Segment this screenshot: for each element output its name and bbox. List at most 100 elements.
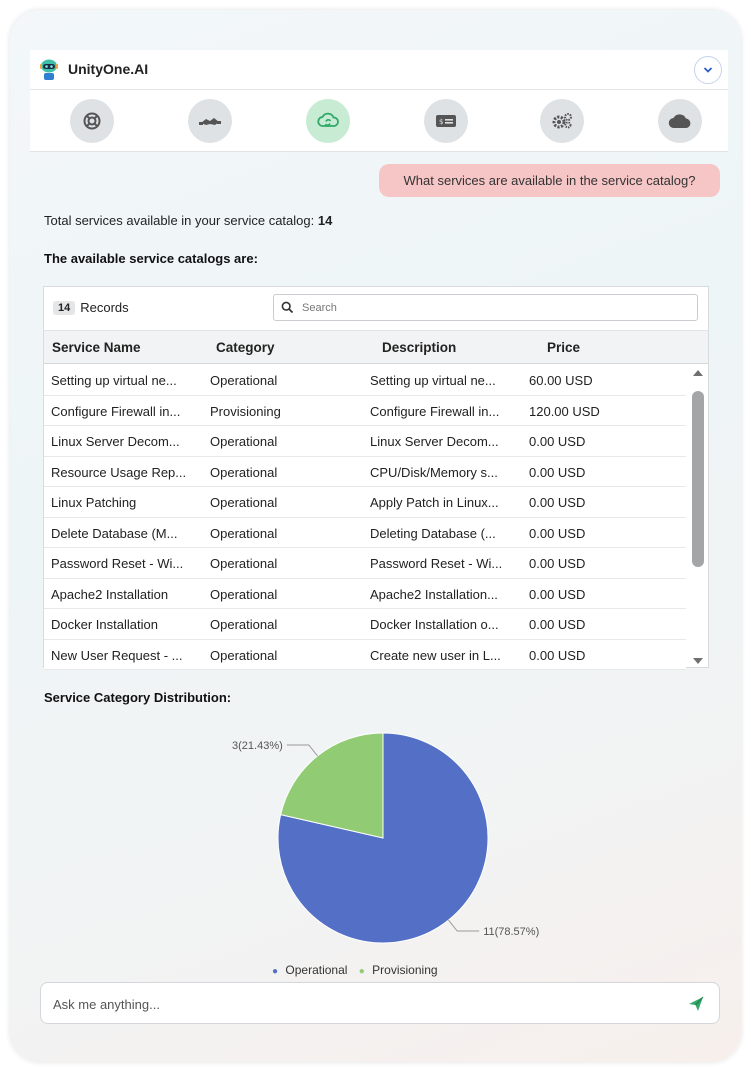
column-header-description[interactable]: Description <box>382 340 456 355</box>
handshake-button[interactable] <box>188 99 232 143</box>
cell-price: 0.00 USD <box>529 434 586 449</box>
cell-description: Configure Firewall in... <box>370 403 500 419</box>
column-header-price[interactable]: Price <box>547 340 580 355</box>
svg-text:$: $ <box>439 118 443 126</box>
cell-category: Operational <box>210 647 278 663</box>
cell-category: Operational <box>210 373 278 388</box>
pie-data-label: 11(78.57%) <box>483 926 539 938</box>
cell-description: Apply Patch in Linux... <box>370 495 499 510</box>
scroll-down-icon[interactable] <box>692 657 704 665</box>
service-toolbar: $ <box>30 90 728 152</box>
cell-description: CPU/Disk/Memory s... <box>370 464 498 480</box>
cell-description: Apache2 Installation... <box>370 586 498 602</box>
cell-price: 120.00 USD <box>529 403 600 419</box>
legend-dot-operational: ● <box>272 966 279 977</box>
settings-button[interactable] <box>540 99 584 143</box>
send-icon[interactable] <box>687 995 705 1013</box>
cell-service-name: New User Request - ... <box>51 647 183 663</box>
app-title: UnityOne.AI <box>68 61 149 77</box>
records-label: Records <box>80 300 129 315</box>
table-body: Setting up virtual ne... Operational Set… <box>44 365 686 670</box>
app-header: UnityOne.AI <box>30 50 728 90</box>
cell-price: 0.00 USD <box>529 525 586 541</box>
table-row[interactable]: Setting up virtual ne... Operational Set… <box>44 365 686 396</box>
table-row[interactable]: Docker Installation Operational Docker I… <box>44 609 686 640</box>
cell-category: Operational <box>210 617 278 632</box>
cell-category: Operational <box>210 586 278 602</box>
chat-window: UnityOne.AI $ What services are availabl… <box>10 10 741 1062</box>
total-services-label: Total services available in your service… <box>44 213 318 228</box>
legend-label-provisioning: Provisioning <box>372 963 438 977</box>
chat-input[interactable] <box>53 994 653 1014</box>
cell-price: 0.00 USD <box>529 586 586 602</box>
cell-category: Operational <box>210 525 278 541</box>
cell-description: Create new user in L... <box>370 647 501 663</box>
cell-service-name: Delete Database (M... <box>51 525 178 541</box>
scroll-up-icon[interactable] <box>692 369 704 377</box>
table-row[interactable]: Linux Patching Operational Apply Patch i… <box>44 487 686 518</box>
cell-category: Operational <box>210 464 278 480</box>
helpdesk-button[interactable] <box>70 99 114 143</box>
collapse-button[interactable] <box>694 56 722 84</box>
cloud-sync-icon <box>317 112 339 127</box>
label-leader-line <box>448 919 480 932</box>
cell-service-name: Setting up virtual ne... <box>51 373 177 388</box>
cell-description: Deleting Database (... <box>370 525 496 541</box>
chat-composer <box>40 982 720 1024</box>
cell-description: Password Reset - Wi... <box>370 556 503 571</box>
cloud-sync-button[interactable] <box>306 99 350 143</box>
category-pie-chart: 11(78.57%) 3(21.43%) <box>232 732 539 944</box>
table-scrollbar[interactable] <box>688 365 708 667</box>
cell-description: Docker Installation o... <box>370 617 499 632</box>
cell-description: Linux Server Decom... <box>370 434 499 449</box>
search-input[interactable] <box>302 298 682 318</box>
cell-price: 0.00 USD <box>529 617 586 632</box>
chart-title: Service Category Distribution: <box>44 690 232 705</box>
robot-logo-icon <box>40 59 58 80</box>
cell-category: Provisioning <box>210 403 281 419</box>
cell-category: Operational <box>210 434 278 449</box>
chevron-down-icon <box>703 67 713 73</box>
cell-category: Operational <box>210 556 278 571</box>
search-icon <box>281 301 294 314</box>
billing-button[interactable]: $ <box>424 99 468 143</box>
cell-description: Setting up virtual ne... <box>370 373 496 388</box>
table-row[interactable]: Password Reset - Wi... Operational Passw… <box>44 548 686 579</box>
records-count: 14 Records <box>53 300 129 315</box>
cell-service-name: Linux Server Decom... <box>51 434 180 449</box>
total-services-text: Total services available in your service… <box>44 213 332 228</box>
chart-legend: ● Operational ● Provisioning <box>272 963 472 978</box>
cell-price: 0.00 USD <box>529 647 586 663</box>
table-row[interactable]: New User Request - ... Operational Creat… <box>44 639 686 670</box>
helpdesk-icon <box>83 112 101 130</box>
table-search <box>273 294 698 321</box>
records-badge: 14 <box>53 300 76 315</box>
billing-icon: $ <box>436 115 456 127</box>
table-row[interactable]: Delete Database (M... Operational Deleti… <box>44 517 686 548</box>
handshake-icon <box>199 118 221 125</box>
legend-item-operational[interactable]: ● Operational <box>272 963 351 977</box>
table-row[interactable]: Linux Server Decom... Operational Linux … <box>44 426 686 457</box>
cloud-icon <box>668 114 691 129</box>
cell-price: 0.00 USD <box>529 556 586 571</box>
cell-service-name: Configure Firewall in... <box>51 403 181 419</box>
legend-dot-provisioning: ● <box>358 966 365 977</box>
legend-item-provisioning[interactable]: ● Provisioning <box>359 963 442 977</box>
cell-service-name: Apache2 Installation <box>51 586 169 602</box>
column-header-category[interactable]: Category <box>216 340 275 355</box>
table-row[interactable]: Apache2 Installation Operational Apache2… <box>44 578 686 609</box>
cell-service-name: Linux Patching <box>51 495 137 510</box>
table-row[interactable]: Configure Firewall in... Provisioning Co… <box>44 395 686 426</box>
table-header: Service Name Category Description Price <box>44 330 708 364</box>
table-row[interactable]: Resource Usage Rep... Operational CPU/Di… <box>44 456 686 487</box>
service-catalog-table: 14 Records Service Name Category Descrip… <box>43 286 709 670</box>
column-header-service-name[interactable]: Service Name <box>52 340 141 355</box>
cell-service-name: Password Reset - Wi... <box>51 556 184 571</box>
scrollbar-thumb[interactable] <box>692 391 704 567</box>
catalog-heading: The available service catalogs are: <box>44 251 258 266</box>
cloud-button[interactable] <box>658 99 702 143</box>
user-message-bubble: What services are available in the servi… <box>379 164 720 197</box>
legend-label-operational: Operational <box>285 963 348 977</box>
cell-category: Operational <box>210 495 278 510</box>
label-leader-line <box>286 744 318 757</box>
